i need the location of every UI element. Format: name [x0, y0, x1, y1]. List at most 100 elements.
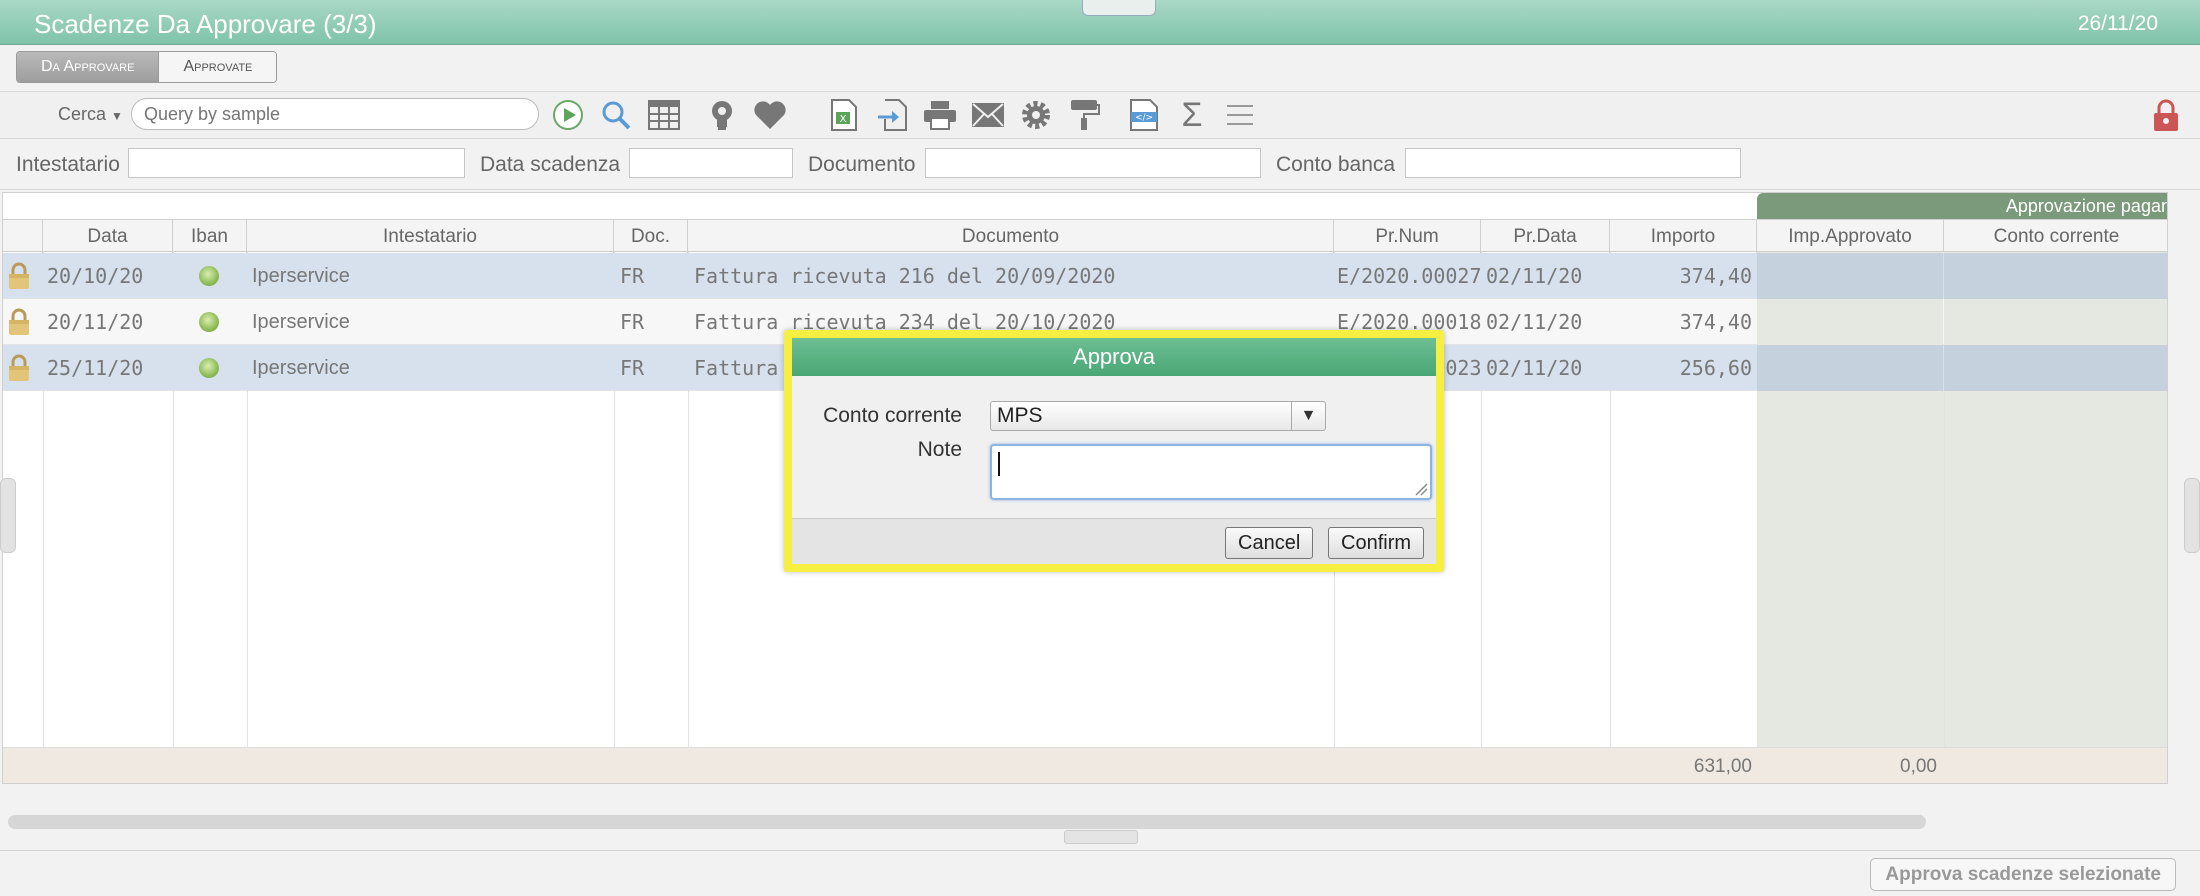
row-lock-icon[interactable] — [7, 307, 31, 342]
column-header-intestatario[interactable]: Intestatario — [247, 220, 614, 253]
mail-icon[interactable] — [970, 98, 1006, 132]
current-date: 26/11/20 — [2077, 12, 2158, 35]
conto-corrente-select[interactable]: MPS ▼ — [990, 401, 1326, 431]
filter-bar: Intestatario Data scadenza Documento Con… — [0, 140, 2200, 190]
svg-text:</>: </> — [1135, 113, 1153, 123]
title-bar: Scadenze Da Approvare (3/3) 26/11/20 — [0, 0, 2200, 45]
table-icon[interactable] — [646, 98, 682, 132]
search-icon[interactable] — [598, 98, 634, 132]
toolbar: Cerca ▼ X </> Σ — [0, 91, 2200, 139]
column-header-iban[interactable]: Iban — [173, 220, 247, 253]
resize-handle-icon[interactable] — [1414, 482, 1428, 496]
cell-data: 20/11/20 — [47, 310, 144, 334]
gear-icon[interactable] — [1018, 98, 1054, 132]
chevron-down-icon[interactable]: ▼ — [1291, 402, 1325, 430]
cell-intestatario: Iperservice — [252, 357, 350, 379]
filter-data-scadenza-label: Data scadenza — [480, 153, 621, 176]
import-icon[interactable] — [874, 98, 910, 132]
filter-documento-input[interactable] — [925, 148, 1261, 178]
cell-importo: 374,40 — [1679, 264, 1752, 288]
footer-bar: Approva scadenze selezionate — [0, 850, 2200, 896]
heart-icon[interactable] — [752, 98, 788, 132]
cell-imp-approvato[interactable] — [1757, 345, 1943, 391]
filter-intestatario-input[interactable] — [128, 148, 465, 178]
approve-selected-button[interactable]: Approva scadenze selezionate — [1870, 858, 2176, 891]
cell-importo: 374,40 — [1679, 310, 1752, 334]
cell-intestatario: Iperservice — [252, 265, 350, 287]
cell-conto-corrente[interactable] — [1944, 253, 2167, 299]
cell-imp-approvato[interactable] — [1757, 253, 1943, 299]
title-bar-grip[interactable] — [1082, 0, 1156, 16]
text-caret — [998, 452, 1000, 476]
confirm-button[interactable]: Confirm — [1328, 527, 1425, 559]
cancel-button[interactable]: Cancel — [1225, 527, 1314, 559]
note-label: Note — [917, 438, 962, 461]
filter-intestatario-label: Intestatario — [16, 153, 120, 176]
lightbulb-icon[interactable] — [704, 98, 740, 132]
column-header-prnum[interactable]: Pr.Num — [1334, 220, 1481, 253]
conto-corrente-value: MPS — [997, 404, 1043, 427]
chevron-down-icon: ▼ — [111, 109, 123, 123]
tab-group: Da Approvare Approvate — [16, 51, 278, 83]
iban-status-icon — [199, 266, 219, 286]
search-mode-label: Cerca — [58, 104, 107, 124]
sigma-glyph: Σ — [1181, 95, 1203, 134]
column-header-data[interactable]: Data — [43, 220, 173, 253]
column-header-row: Data Iban Intestatario Doc. Documento Pr… — [3, 219, 2167, 253]
filter-conto-banca-label: Conto banca — [1276, 153, 1396, 176]
bottom-grip[interactable] — [1064, 830, 1138, 844]
total-importo: 631,00 — [1693, 756, 1752, 777]
cell-prdata: 02/11/20 — [1486, 310, 1583, 334]
cell-imp-approvato[interactable] — [1757, 299, 1943, 345]
dialog-footer: Cancel Confirm — [792, 519, 1436, 564]
cell-importo: 256,60 — [1679, 356, 1752, 380]
sigma-icon[interactable]: Σ — [1174, 95, 1210, 134]
play-icon[interactable] — [550, 98, 586, 132]
right-side-handle[interactable] — [2184, 478, 2200, 553]
approve-dialog: Approva Conto corrente MPS ▼ Note Cancel… — [784, 330, 1444, 572]
totals-row: 631,00 0,00 — [3, 747, 2167, 783]
filter-documento-label: Documento — [808, 153, 916, 176]
excel-icon[interactable]: X — [826, 98, 862, 132]
column-header-prdata[interactable]: Pr.Data — [1481, 220, 1610, 253]
conto-corrente-label: Conto corrente — [823, 404, 962, 427]
group-header-approvazione: Approvazione pagamento — [1757, 193, 2167, 219]
tab-approvate[interactable]: Approvate — [158, 52, 277, 82]
column-header-conto-corrente[interactable]: Conto corrente — [1944, 220, 2167, 253]
column-header-doc[interactable]: Doc. — [614, 220, 688, 253]
cell-data: 25/11/20 — [47, 356, 144, 380]
table-row[interactable]: 20/10/20 Iperservice FR Fattura ricevuta… — [3, 253, 2167, 299]
dialog-title: Approva — [792, 338, 1436, 376]
row-lock-icon[interactable] — [7, 261, 31, 296]
iban-status-icon — [199, 358, 219, 378]
note-textarea[interactable] — [990, 444, 1432, 500]
search-input[interactable] — [131, 98, 539, 130]
cell-conto-corrente[interactable] — [1944, 299, 2167, 345]
cell-prdata: 02/11/20 — [1486, 264, 1583, 288]
menu-icon[interactable] — [1222, 98, 1258, 132]
left-side-handle[interactable] — [0, 478, 16, 553]
paint-roller-icon[interactable] — [1066, 98, 1102, 132]
cell-conto-corrente[interactable] — [1944, 345, 2167, 391]
row-lock-icon[interactable] — [7, 353, 31, 388]
column-header-imp-approvato[interactable]: Imp.Approvato — [1757, 220, 1944, 253]
cell-intestatario: Iperservice — [252, 311, 350, 333]
column-header-lock[interactable] — [3, 220, 43, 253]
code-file-icon[interactable]: </> — [1126, 98, 1162, 132]
cell-documento: Fattura ricevuta 216 del 20/09/2020 — [694, 264, 1116, 288]
filter-data-scadenza-input[interactable] — [629, 148, 793, 178]
search-mode-dropdown[interactable]: Cerca ▼ — [58, 104, 123, 125]
cell-doc: FR — [620, 310, 645, 334]
tab-da-approvare[interactable]: Da Approvare — [17, 52, 159, 82]
column-header-documento[interactable]: Documento — [688, 220, 1334, 253]
print-icon[interactable] — [922, 98, 958, 132]
horizontal-scrollbar[interactable] — [8, 815, 1926, 829]
filter-conto-banca-input[interactable] — [1405, 148, 1741, 178]
total-imp-approvato: 0,00 — [1900, 756, 1937, 777]
window-title: Scadenze Da Approvare (3/3) — [34, 9, 377, 39]
lock-icon[interactable] — [2148, 98, 2184, 132]
cell-doc: FR — [620, 264, 645, 288]
cell-doc: FR — [620, 356, 645, 380]
cell-prdata: 02/11/20 — [1486, 356, 1583, 380]
column-header-importo[interactable]: Importo — [1610, 220, 1757, 253]
